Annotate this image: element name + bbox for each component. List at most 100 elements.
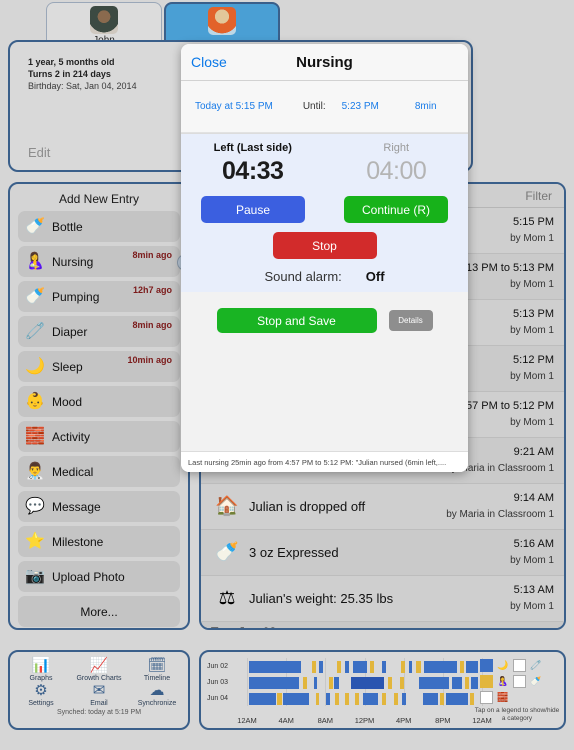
chart-bar-segment	[465, 677, 470, 689]
legend-swatch[interactable]	[513, 658, 526, 672]
chart-x-tick: 4PM	[395, 716, 412, 725]
chart-bar-segment	[334, 677, 340, 689]
chart-bar-segment	[382, 661, 387, 673]
chart-bar-row	[247, 661, 482, 673]
nursing-icon[interactable]: 🤱	[496, 675, 510, 688]
left-side[interactable]: Left (Last side) 04:33	[181, 142, 325, 186]
left-side-label: Left (Last side)	[213, 142, 292, 154]
nursing-icon: 🤱	[25, 252, 45, 270]
entry-meta: 9:14 AM by Maria in Classroom 1	[444, 491, 554, 522]
medical-icon: 👨‍⚕️	[25, 462, 45, 480]
menu-item-mood[interactable]: 👶 Mood	[18, 386, 180, 417]
tool-settings[interactable]: ⚙ Settings	[12, 682, 70, 707]
menu-item-label: Mood	[52, 394, 83, 409]
filter-button[interactable]: Filter	[525, 189, 552, 203]
pause-button[interactable]: Pause	[201, 196, 305, 223]
chart-bar-segment	[302, 677, 307, 689]
sound-alarm-row[interactable]: Sound alarm: Off	[181, 269, 468, 284]
chart-bar-segment	[362, 693, 379, 705]
details-button[interactable]: Details	[388, 310, 433, 331]
entry-meta: 5:16 AM by Mom 1	[444, 537, 554, 568]
table-row[interactable]: 🏠 Julian is dropped off 9:14 AM by Maria in…	[201, 484, 564, 530]
legend-swatch[interactable]	[480, 690, 493, 704]
chart-bar-segment	[399, 677, 404, 689]
close-button[interactable]: Close	[191, 54, 227, 70]
timeline-icon: 🗓	[147, 657, 167, 674]
edit-button[interactable]: Edit	[28, 145, 50, 160]
sound-alarm-value[interactable]: Off	[366, 269, 385, 284]
tool-email[interactable]: ✉ Email	[70, 682, 128, 707]
tool-timeline[interactable]: 🗓 Timeline	[128, 657, 186, 682]
until-label: Until:	[302, 101, 326, 112]
sleep-icon[interactable]: 🌙	[496, 659, 510, 672]
chart-bar-segment	[460, 661, 465, 673]
menu-item-milestone[interactable]: ⭐ Milestone	[18, 526, 180, 557]
menu-item-medical[interactable]: 👨‍⚕️ Medical	[18, 456, 180, 487]
legend-row[interactable]: 🌙 🧷	[480, 658, 558, 672]
chart-bar-segment	[248, 693, 277, 705]
menu-item-upload-photo[interactable]: 📷 Upload Photo	[18, 561, 180, 592]
timer-controls: Pause Continue (R)	[181, 186, 468, 223]
chart-bar-segment	[319, 661, 324, 673]
until-time-button[interactable]: 5:23 PM	[342, 101, 379, 112]
menu-item-nursing[interactable]: 🤱Nursing8min ago⏱	[18, 246, 199, 277]
menu-item-message[interactable]: 💬 Message	[18, 491, 180, 522]
chart-bar-segment	[283, 693, 309, 705]
chart-legend[interactable]: 🌙 🧷 🤱 🍼 🧱	[480, 658, 558, 706]
graphs-icon: 📊	[31, 657, 51, 674]
chart-x-tick: 4AM	[278, 716, 294, 725]
legend-row[interactable]: 🧱	[480, 690, 558, 704]
bottle-icon[interactable]: 🍼	[529, 675, 543, 688]
tool-graphs[interactable]: 📊 Graphs	[12, 657, 70, 682]
toolbar-row-bottom: ⚙ Settings ✉ Email ☁ Synchronize	[12, 682, 186, 707]
menu-item-sleep[interactable]: 🌙 Sleep 10min ago	[18, 351, 180, 382]
stop-and-save-button[interactable]: Stop and Save	[216, 308, 377, 333]
avatar	[90, 6, 118, 34]
last-nursing-summary: Last nursing 25min ago from 4:57 PM to 5…	[188, 457, 447, 467]
chart-bar-segment	[335, 693, 340, 705]
tool-synchronize[interactable]: ☁ Synchronize	[128, 682, 186, 707]
menu-item-last-time: 8min ago	[132, 320, 172, 330]
menu-item-more[interactable]: More...	[18, 596, 180, 627]
right-side-label: Right	[383, 142, 410, 154]
menu-item-label: Message	[52, 499, 101, 514]
entry-meta: 5:13 AM by Mom 1	[444, 583, 554, 614]
entry-description: Julian's weight: 25.35 lbs	[249, 590, 394, 606]
chart-bar-segment	[350, 677, 385, 689]
chart-plot-area: 12AM 4AM 8AM 12PM 4PM 8PM 12AM	[237, 658, 492, 725]
sync-status: Synched: today at 5:19 PM	[56, 709, 142, 716]
start-time-button[interactable]: Today at 5:15 PM	[195, 101, 273, 112]
menu-item-diaper[interactable]: 🧷 Diaper 8min ago	[18, 316, 180, 347]
stop-button[interactable]: Stop	[272, 232, 377, 259]
legend-row[interactable]: 🤱 🍼	[480, 674, 558, 688]
chart-x-tick: 12AM	[237, 716, 257, 725]
entry-time: 5:16 AM	[513, 538, 554, 550]
pumping-icon: 🍼	[215, 542, 239, 563]
tool-label: Timeline	[143, 675, 171, 682]
menu-item-label: Sleep	[52, 359, 83, 374]
chart-bar-segment	[471, 677, 479, 689]
legend-swatch[interactable]	[513, 674, 526, 688]
right-side[interactable]: Right 04:00	[325, 142, 469, 186]
entry-author: by Mom 1	[510, 601, 554, 612]
legend-swatch[interactable]	[480, 658, 493, 672]
menu-item-pumping[interactable]: 🍼 Pumping 12h7 ago	[18, 281, 180, 312]
duration-button[interactable]: 8min	[415, 101, 437, 112]
chart-row-label: Jun 03	[207, 679, 229, 686]
message-icon: 💬	[25, 497, 45, 515]
diaper-icon[interactable]: 🧷	[529, 659, 543, 672]
tool-label: Synchronize	[137, 700, 177, 707]
menu-item-bottle[interactable]: 🍼 Bottle	[18, 211, 180, 242]
legend-swatch[interactable]	[480, 674, 493, 688]
tool-growth-charts[interactable]: 📈 Growth Charts	[70, 657, 128, 682]
activity-icon[interactable]: 🧱	[496, 691, 510, 704]
table-row[interactable]: 🍼 3 oz Expressed 5:16 AM by Mom 1	[201, 530, 564, 576]
chart-row-label: Jun 02	[207, 663, 229, 670]
continue-right-button[interactable]: Continue (R)	[344, 196, 448, 223]
menu-item-activity[interactable]: 🧱 Activity	[18, 421, 180, 452]
email-icon: ✉	[92, 682, 106, 699]
sound-alarm-label: Sound alarm:	[264, 269, 342, 284]
nursing-modal: Close Nursing Today at 5:15 PM Until: 5:…	[181, 44, 468, 472]
table-row[interactable]: ⚖ Julian's weight: 25.35 lbs 5:13 AM by Mom…	[201, 576, 564, 622]
home-icon: 🏠	[215, 496, 239, 517]
